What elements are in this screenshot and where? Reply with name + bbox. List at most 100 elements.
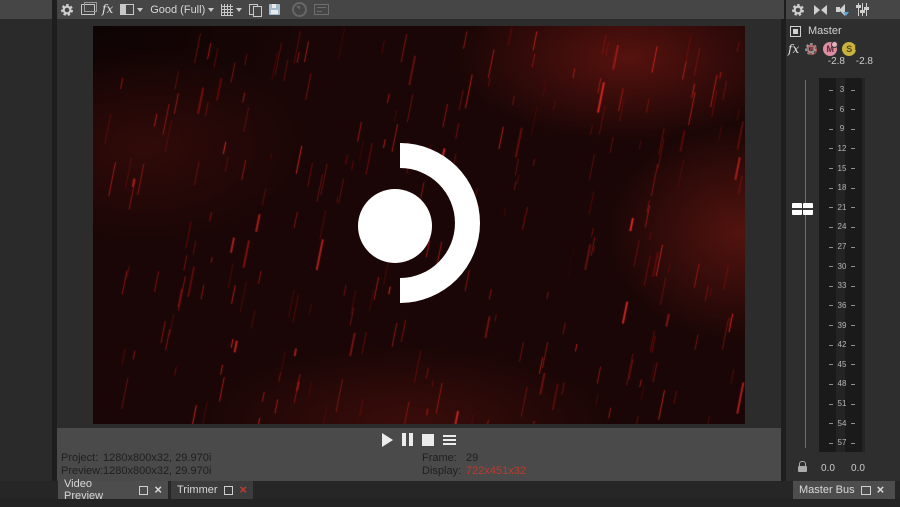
transport-status-panel: Project: 1280x800x32, 29.970i Preview: 1…: [57, 428, 781, 481]
fader-handle-right[interactable]: [803, 203, 813, 215]
project-label: Project:: [61, 452, 99, 464]
preview-quality-dropdown[interactable]: Good (Full): [150, 3, 215, 16]
level-meter: 3 6 9 12 15 18 21 24 27 30 33 36 39 42 45 48 51 54 57: [819, 78, 865, 452]
video-preview-toolbar: fx Good (Full): [57, 0, 784, 19]
chevron-down-icon[interactable]: [208, 7, 215, 12]
save-snapshot-button[interactable]: [269, 4, 281, 15]
preview-device-button[interactable]: [81, 2, 97, 15]
copy-snapshot-button[interactable]: [249, 3, 263, 17]
frame-value: 29: [466, 452, 479, 464]
bus-name-label: Master: [808, 25, 842, 37]
close-icon[interactable]: ×: [154, 483, 162, 496]
sliders-icon: [856, 3, 869, 16]
close-icon[interactable]: ×: [239, 483, 247, 496]
fader-gain-right: 0.0: [851, 463, 865, 474]
downmix-output-button[interactable]: [814, 4, 827, 15]
mute-button[interactable]: M: [823, 41, 839, 56]
meter-scale-row: 45: [819, 360, 865, 370]
meter-scale-row: 39: [819, 321, 865, 331]
fader-handle-left[interactable]: [792, 203, 802, 215]
grid-icon: [221, 3, 234, 16]
meter-scale-row: 9: [819, 124, 865, 134]
tab-trimmer[interactable]: Trimmer ×: [171, 481, 253, 499]
tab-label: Trimmer: [177, 484, 218, 496]
meter-scale-row: 24: [819, 222, 865, 232]
meter-scale-row: 3: [819, 85, 865, 95]
project-value: 1280x800x32, 29.970i: [103, 452, 212, 464]
meter-scale-row: 48: [819, 379, 865, 389]
mixer-controls-button[interactable]: [856, 3, 869, 16]
hdr-monitor-button[interactable]: [314, 4, 330, 15]
speaker-dim-icon: [836, 3, 849, 16]
master-bus-header: Master: [790, 25, 842, 37]
meter-scale-row: 6: [819, 105, 865, 115]
solo-button[interactable]: S: [842, 42, 857, 56]
preview-value: 1280x800x32, 29.970i: [103, 465, 212, 477]
float-window-icon[interactable]: [223, 485, 234, 495]
logo-icon: [358, 143, 480, 303]
bus-icon[interactable]: [790, 25, 801, 37]
fader-track[interactable]: [805, 80, 806, 448]
save-floppy-icon: [269, 4, 281, 15]
tab-video-preview[interactable]: Video Preview ×: [58, 478, 168, 502]
fader-handles: [792, 203, 813, 215]
meter-scale-row: 42: [819, 340, 865, 350]
bus-fx-button[interactable]: fx: [788, 42, 799, 56]
meter-scale-row: 57: [819, 438, 865, 448]
float-window-icon[interactable]: [138, 485, 149, 495]
stop-button[interactable]: [422, 433, 434, 446]
meter-scale-row: 18: [819, 183, 865, 193]
play-button[interactable]: [382, 432, 393, 447]
split-screen-icon: [120, 4, 135, 15]
peak-readout-right: -2.8: [855, 56, 873, 67]
automation-settings-button[interactable]: R: [804, 42, 818, 56]
display-label: Display:: [422, 465, 462, 477]
meter-scale-row: 12: [819, 144, 865, 154]
meter-scale-row: 36: [819, 301, 865, 311]
transport-menu-button[interactable]: [443, 434, 456, 445]
preview-device-icon: [81, 2, 97, 15]
project-properties-button[interactable]: [60, 3, 74, 17]
preview-label: Preview:: [61, 465, 104, 477]
left-panel-body: [0, 19, 52, 481]
tab-master-bus[interactable]: Master Bus ×: [793, 481, 895, 499]
meter-scale-row: 21: [819, 203, 865, 213]
hdr-monitor-icon: [314, 4, 330, 15]
split-screen-button[interactable]: [120, 4, 144, 15]
transport-controls: [57, 432, 781, 447]
pause-button[interactable]: [402, 433, 413, 446]
dim-output-button[interactable]: [836, 3, 849, 16]
gear-icon: [61, 3, 73, 16]
close-icon[interactable]: ×: [877, 483, 885, 496]
downmix-icon: [814, 4, 827, 15]
chevron-down-icon[interactable]: [137, 7, 144, 12]
video-fx-icon: fx: [102, 2, 114, 16]
meter-scale-row: 51: [819, 399, 865, 409]
meter-scale-row: 27: [819, 242, 865, 252]
preview-quality-label: Good (Full): [150, 3, 206, 16]
tab-label: Master Bus: [799, 484, 855, 496]
bus-buttons: fx R M S: [788, 41, 857, 56]
tab-bar: Video Preview × Trimmer × Master Bus ×: [0, 478, 900, 502]
grid-overlay-button[interactable]: [221, 3, 243, 16]
video-frame: [93, 26, 745, 424]
meter-scale-row: 15: [819, 164, 865, 174]
display-value: 722x451x32: [466, 465, 526, 477]
frame-label: Frame:: [422, 452, 457, 464]
external-device-button[interactable]: [292, 2, 308, 17]
master-bus-panel: Master fx R M S -2.8 -2.8 3 6 9 12 15 18 21 24 2…: [786, 19, 900, 481]
external-device-icon: [292, 2, 308, 17]
meter-scale-row: 30: [819, 262, 865, 272]
mixer-settings-button[interactable]: [791, 3, 805, 17]
lock-icon[interactable]: [798, 461, 807, 472]
peak-readout-left: -2.8: [827, 56, 845, 67]
chevron-down-icon[interactable]: [236, 7, 243, 12]
meter-scale-row: 33: [819, 281, 865, 291]
gear-icon: [792, 3, 804, 16]
meter-scale-row: 54: [819, 419, 865, 429]
mixer-toolbar: [786, 0, 900, 19]
video-output-fx-button[interactable]: fx: [102, 3, 113, 16]
copy-icon: [249, 3, 263, 17]
float-window-icon[interactable]: [860, 485, 871, 495]
left-panel-toolbar: [0, 0, 52, 19]
